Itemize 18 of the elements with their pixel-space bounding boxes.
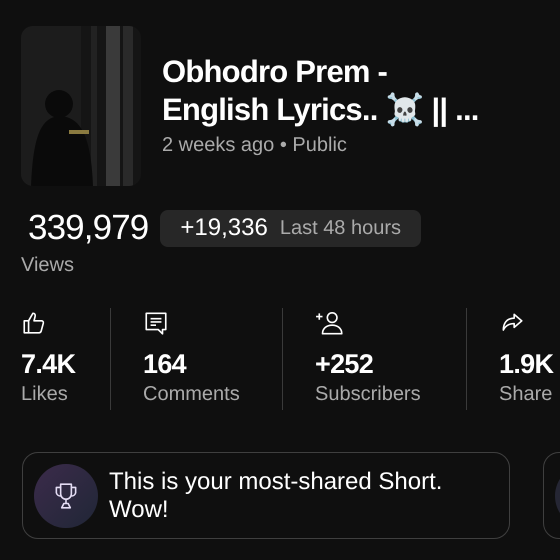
stat-value: +252	[315, 348, 374, 380]
stat-value: 164	[143, 348, 188, 380]
stat-value: 7.4K	[21, 348, 76, 380]
views-change-chip: +19,336 Last 48 hours	[160, 210, 422, 246]
views-label: Views	[20, 253, 75, 278]
stat-value: 1.9K	[499, 348, 554, 380]
stat-label: Subscribers	[315, 382, 422, 407]
view-count: 339,979	[28, 208, 148, 248]
video-title: Obhodro Prem - English Lyrics.. ☠ || ...	[162, 53, 480, 129]
comment-icon	[143, 310, 169, 336]
video-meta: 2 weeks ago • Public	[162, 133, 348, 158]
stat-label: Comments	[143, 382, 241, 407]
thumbs-up-icon	[21, 310, 47, 336]
trophy-icon	[53, 480, 79, 510]
stat-label: Share	[499, 382, 554, 407]
highlight-text: This is your most-shared Short. Wow!	[109, 468, 444, 524]
add-person-icon	[315, 310, 345, 336]
stat-label: Likes	[21, 382, 69, 407]
